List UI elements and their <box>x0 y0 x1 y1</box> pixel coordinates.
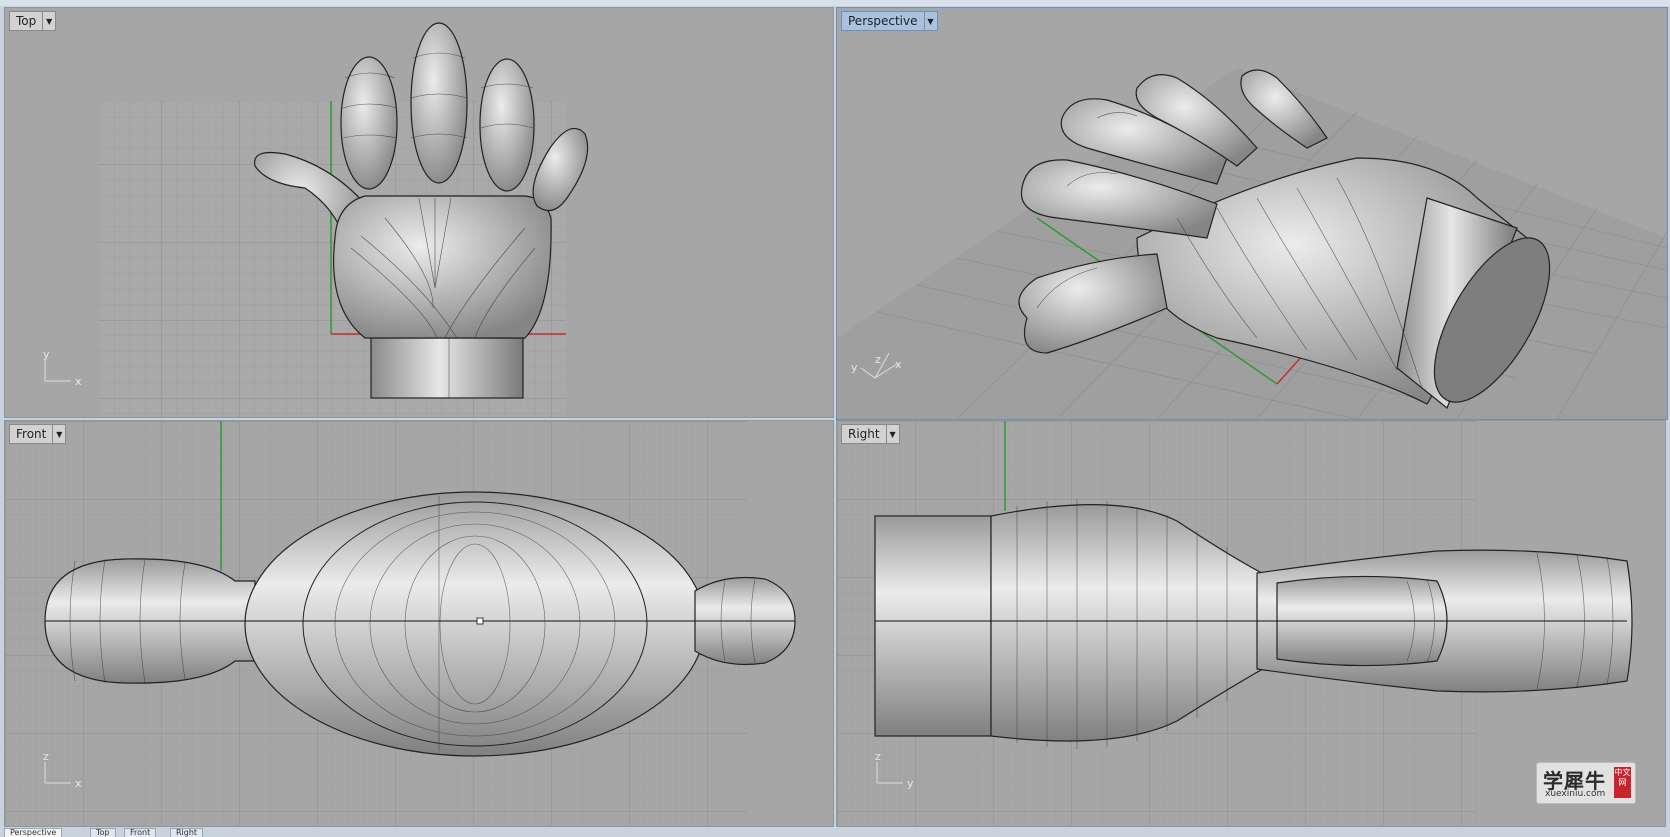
chevron-down-icon[interactable]: ▼ <box>923 12 937 30</box>
top-view-scene: x y <box>43 22 589 417</box>
watermark-url: xuexiniu.com <box>1545 789 1606 799</box>
chevron-down-icon[interactable]: ▼ <box>52 425 65 443</box>
viewport-title: Perspective <box>848 14 918 28</box>
axis-label-z: z <box>875 750 881 763</box>
axis-label-y: y <box>907 777 914 790</box>
axis-label-x: x <box>895 358 902 371</box>
watermark-logo: 学犀牛 xuexiniu.com 中文网 <box>1536 762 1636 804</box>
watermark-seal: 中文网 <box>1614 767 1631 798</box>
viewport-front[interactable]: Front ▼ x z <box>4 420 834 827</box>
viewport-title: Top <box>16 14 37 28</box>
viewport-title: Right <box>848 427 880 441</box>
front-view-scene: x z <box>5 421 796 826</box>
viewport-perspective[interactable]: Perspective ▼ y z x <box>836 7 1668 420</box>
viewport-label-right[interactable]: Right ▼ <box>841 424 900 444</box>
viewport-label-front[interactable]: Front ▼ <box>9 424 67 444</box>
viewport-tab-bar: Perspective Top Front Right <box>0 827 1670 837</box>
axis-label-z: z <box>875 353 881 366</box>
viewport-top[interactable]: Top ▼ x y <box>4 7 834 418</box>
title-strip <box>0 0 1670 6</box>
axis-label-y: y <box>851 361 858 374</box>
perspective-view-scene: y z x <box>837 68 1667 419</box>
viewport-label-perspective[interactable]: Perspective ▼ <box>841 11 938 31</box>
chevron-down-icon[interactable]: ▼ <box>42 12 55 30</box>
axis-label-x: x <box>75 375 82 388</box>
axis-label-z: z <box>43 750 49 763</box>
viewport-label-top[interactable]: Top ▼ <box>9 11 57 31</box>
axis-label-y: y <box>43 348 50 361</box>
chevron-down-icon[interactable]: ▼ <box>885 425 899 443</box>
viewport-title: Front <box>16 427 47 441</box>
axis-label-x: x <box>75 777 82 790</box>
